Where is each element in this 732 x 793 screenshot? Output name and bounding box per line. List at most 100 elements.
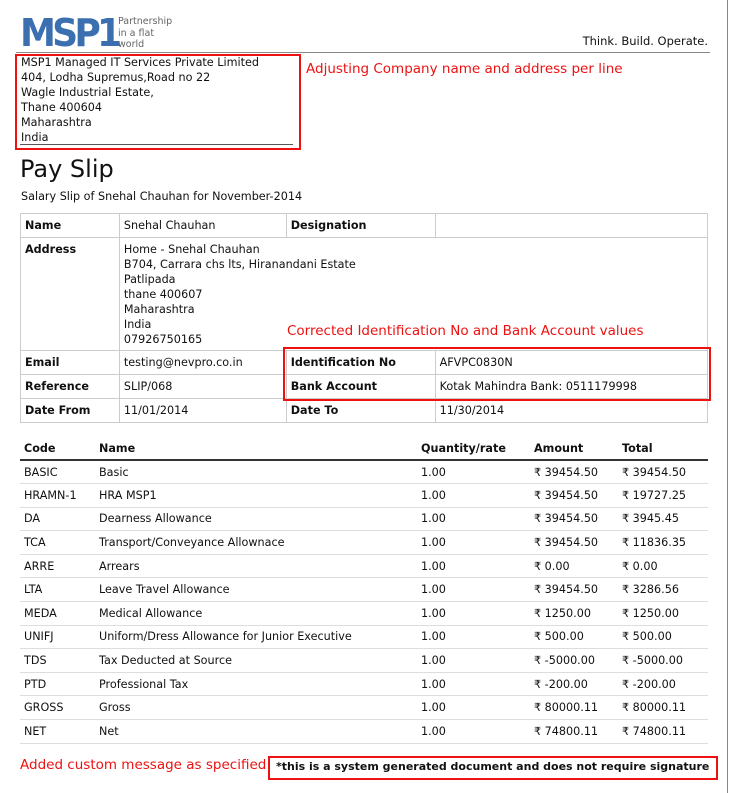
table-row: MEDA Medical Allowance 1.00 ₹ 1250.00 ₹ 1250…: [20, 601, 708, 626]
row-code: NET: [20, 719, 95, 744]
row-code: BASIC: [20, 460, 95, 485]
logo-text: MSP1: [20, 11, 122, 55]
row-quantity: 1.00: [417, 672, 530, 697]
row-code: TDS: [20, 648, 95, 673]
row-code: TCA: [20, 530, 95, 555]
company-motto: Think. Build. Operate.: [582, 34, 708, 48]
logo-tagline: Partnership in a flat world: [118, 16, 172, 51]
row-name: HRA MSP1: [95, 483, 417, 508]
row-name: Tax Deducted at Source: [95, 648, 417, 673]
row-quantity: 1.00: [417, 601, 530, 626]
table-row: LTA Leave Travel Allowance 1.00 ₹ 39454.50 ₹…: [20, 577, 708, 603]
address-line: Home - Snehal Chauhan: [123, 243, 260, 256]
designation-label: Designation: [285, 213, 436, 238]
row-name: Arrears: [95, 554, 417, 579]
tagline-line: Partnership: [118, 16, 173, 27]
date-to-label: Date To: [285, 398, 436, 423]
row-total: ₹ -200.00: [618, 672, 708, 697]
row-amount: ₹ 0.00: [530, 554, 618, 579]
row-amount: ₹ 74800.11: [530, 719, 618, 744]
row-total: ₹ 74800.11: [618, 719, 708, 744]
company-address-line: India: [21, 131, 49, 144]
footer-note: *this is a system generated document and…: [276, 760, 710, 773]
table-row: BASIC Basic 1.00 ₹ 39454.50 ₹ 39454.50: [20, 460, 708, 485]
row-amount: ₹ -200.00: [530, 672, 618, 697]
earnings-body: BASIC Basic 1.00 ₹ 39454.50 ₹ 39454.50 HRAMN-…: [20, 460, 708, 744]
reference-value: SLIP/068: [118, 374, 287, 399]
company-logo: MSP1 Partnership in a flat world: [20, 11, 180, 55]
row-quantity: 1.00: [417, 719, 530, 744]
row-amount: ₹ 39454.50: [530, 483, 618, 508]
row-name: Basic: [95, 460, 417, 485]
address-line: B704, Carrara chs lts, Hiranandani Estat…: [123, 258, 356, 271]
address-label: Address: [20, 237, 120, 351]
table-row: UNIFJ Uniform/Dress Allowance for Junior …: [20, 625, 708, 650]
table-row: TCA Transport/Conveyance Allownace 1.00 ₹ 3…: [20, 530, 708, 555]
name-label: Name: [20, 213, 120, 238]
annotation-company: Adjusting Company name and address per l…: [306, 61, 623, 77]
annotation-footer: Added custom message as specified: [20, 757, 267, 773]
table-row: TDS Tax Deducted at Source 1.00 ₹ -5000.00 ₹…: [20, 648, 708, 673]
column-header-total: Total: [618, 437, 708, 461]
address-line: Patlipada: [123, 273, 176, 286]
row-quantity: 1.00: [417, 530, 530, 555]
address-divider: [20, 144, 293, 145]
address-line: Maharashtra: [123, 303, 195, 316]
row-name: Leave Travel Allowance: [95, 577, 417, 603]
row-amount: ₹ 39454.50: [530, 507, 618, 532]
row-code: GROSS: [20, 695, 95, 721]
row-name: Medical Allowance: [95, 601, 417, 626]
company-address: MSP1 Managed IT Services Private Limited…: [21, 55, 259, 145]
company-address-line: Thane 400604: [21, 101, 103, 114]
row-total: ₹ -5000.00: [618, 648, 708, 673]
page-subtitle: Salary Slip of Snehal Chauhan for Novemb…: [21, 190, 303, 203]
row-name: Gross: [95, 695, 417, 721]
row-name: Uniform/Dress Allowance for Junior Execu…: [95, 625, 417, 650]
email-label: Email: [20, 350, 120, 375]
row-amount: ₹ 39454.50: [530, 530, 618, 555]
row-total: ₹ 11836.35: [618, 530, 708, 555]
row-total: ₹ 3286.56: [618, 577, 708, 603]
table-row: NET Net 1.00 ₹ 74800.11 ₹ 74800.11: [20, 719, 708, 744]
row-quantity: 1.00: [417, 483, 530, 508]
row-total: ₹ 500.00: [618, 625, 708, 650]
row-code: LTA: [20, 577, 95, 603]
row-code: PTD: [20, 672, 95, 697]
row-code: UNIFJ: [20, 625, 95, 650]
company-address-line: 404, Lodha Supremus,Road no 22: [21, 71, 211, 84]
date-from-value: 11/01/2014: [118, 398, 287, 423]
row-quantity: 1.00: [417, 648, 530, 673]
page-border: [727, 0, 728, 793]
row-total: ₹ 1250.00: [618, 601, 708, 626]
table-row: DA Dearness Allowance 1.00 ₹ 39454.50 ₹ 3945…: [20, 507, 708, 532]
info-row-name: Name Snehal Chauhan Designation: [20, 213, 709, 238]
annotation-ids: Corrected Identification No and Bank Acc…: [287, 323, 644, 339]
row-quantity: 1.00: [417, 695, 530, 721]
row-amount: ₹ 1250.00: [530, 601, 618, 626]
row-name: Professional Tax: [95, 672, 417, 697]
reference-label: Reference: [20, 374, 120, 399]
row-amount: ₹ 500.00: [530, 625, 618, 650]
table-row: GROSS Gross 1.00 ₹ 80000.11 ₹ 80000.11: [20, 695, 708, 721]
row-code: HRAMN-1: [20, 483, 95, 508]
row-amount: ₹ 39454.50: [530, 577, 618, 603]
row-total: ₹ 0.00: [618, 554, 708, 579]
row-name: Dearness Allowance: [95, 507, 417, 532]
table-row: ARRE Arrears 1.00 ₹ 0.00 ₹ 0.00: [20, 554, 708, 579]
column-header-quantity: Quantity/rate: [417, 437, 530, 461]
row-total: ₹ 19727.25: [618, 483, 708, 508]
table-row: HRAMN-1 HRA MSP1 1.00 ₹ 39454.50 ₹ 19727.25: [20, 483, 708, 508]
row-code: DA: [20, 507, 95, 532]
date-from-label: Date From: [20, 398, 120, 423]
row-total: ₹ 3945.45: [618, 507, 708, 532]
row-amount: ₹ 80000.11: [530, 695, 618, 721]
page-title: Pay Slip: [20, 155, 114, 183]
date-to-value: 11/30/2014: [434, 398, 709, 423]
row-quantity: 1.00: [417, 577, 530, 603]
row-quantity: 1.00: [417, 507, 530, 532]
tagline-line: world: [118, 39, 145, 50]
row-amount: ₹ 39454.50: [530, 460, 618, 485]
row-total: ₹ 39454.50: [618, 460, 708, 485]
company-address-line: Maharashtra: [21, 116, 92, 129]
employee-name: Snehal Chauhan: [118, 213, 287, 238]
